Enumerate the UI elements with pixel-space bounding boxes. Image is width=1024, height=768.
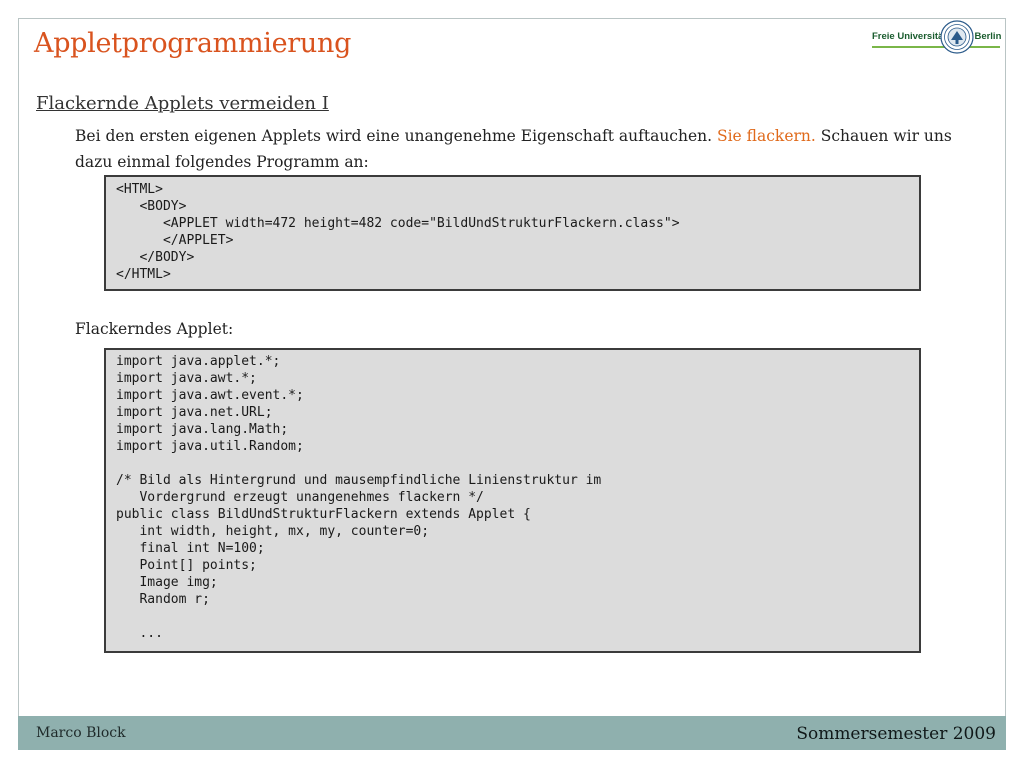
code-line: </HTML> bbox=[116, 267, 171, 282]
code-line: Image img; bbox=[116, 575, 218, 590]
logo-rule bbox=[872, 46, 1000, 48]
footer-bar: Marco Block Sommersemester 2009 bbox=[18, 716, 1006, 750]
code-line: Point[] points; bbox=[116, 558, 257, 573]
intro-highlight: Sie flackern. bbox=[716, 127, 816, 145]
code-line: <BODY> bbox=[116, 199, 187, 214]
code-caption: Flackerndes Applet: bbox=[75, 320, 234, 338]
logo-text-city: Berlin bbox=[974, 31, 1002, 42]
code-line: </APPLET> bbox=[116, 233, 234, 248]
java-code-block: import java.applet.*; import java.awt.*;… bbox=[104, 348, 921, 653]
code-line: import java.net.URL; bbox=[116, 405, 273, 420]
intro-text: Bei den ersten eigenen Applets wird eine… bbox=[75, 123, 955, 175]
logo-text-name: Freie Universität bbox=[872, 31, 947, 42]
code-line: import java.lang.Math; bbox=[116, 422, 289, 437]
footer-semester: Sommersemester 2009 bbox=[796, 724, 996, 744]
university-seal-icon bbox=[940, 20, 974, 54]
code-line: import java.util.Random; bbox=[116, 439, 304, 454]
html-code-block: <HTML> <BODY> <APPLET width=472 height=4… bbox=[104, 175, 921, 291]
code-line: import java.applet.*; bbox=[116, 354, 281, 369]
section-heading: Flackernde Applets vermeiden I bbox=[36, 93, 329, 114]
code-line: import java.awt.event.*; bbox=[116, 388, 304, 403]
code-line: public class BildUndStrukturFlackern ext… bbox=[116, 507, 531, 522]
intro-text-part1: Bei den ersten eigenen Applets wird eine… bbox=[75, 127, 713, 145]
code-line: </BODY> bbox=[116, 250, 195, 265]
university-logo: Freie Universität Berlin bbox=[870, 20, 1002, 58]
code-line: ... bbox=[116, 626, 163, 641]
code-line: Vordergrund erzeugt unangenehmes flacker… bbox=[116, 490, 484, 505]
code-line: final int N=100; bbox=[116, 541, 265, 556]
footer-author: Marco Block bbox=[36, 725, 126, 741]
slide-title: Appletprogrammierung bbox=[34, 28, 352, 59]
logo-text: Freie Universität Berlin bbox=[872, 31, 1001, 42]
code-line: <APPLET width=472 height=482 code="BildU… bbox=[116, 216, 680, 231]
code-line: Random r; bbox=[116, 592, 210, 607]
code-line: <HTML> bbox=[116, 182, 163, 197]
code-line: int width, height, mx, my, counter=0; bbox=[116, 524, 430, 539]
code-line: import java.awt.*; bbox=[116, 371, 257, 386]
code-line: /* Bild als Hintergrund und mausempfindl… bbox=[116, 473, 602, 488]
